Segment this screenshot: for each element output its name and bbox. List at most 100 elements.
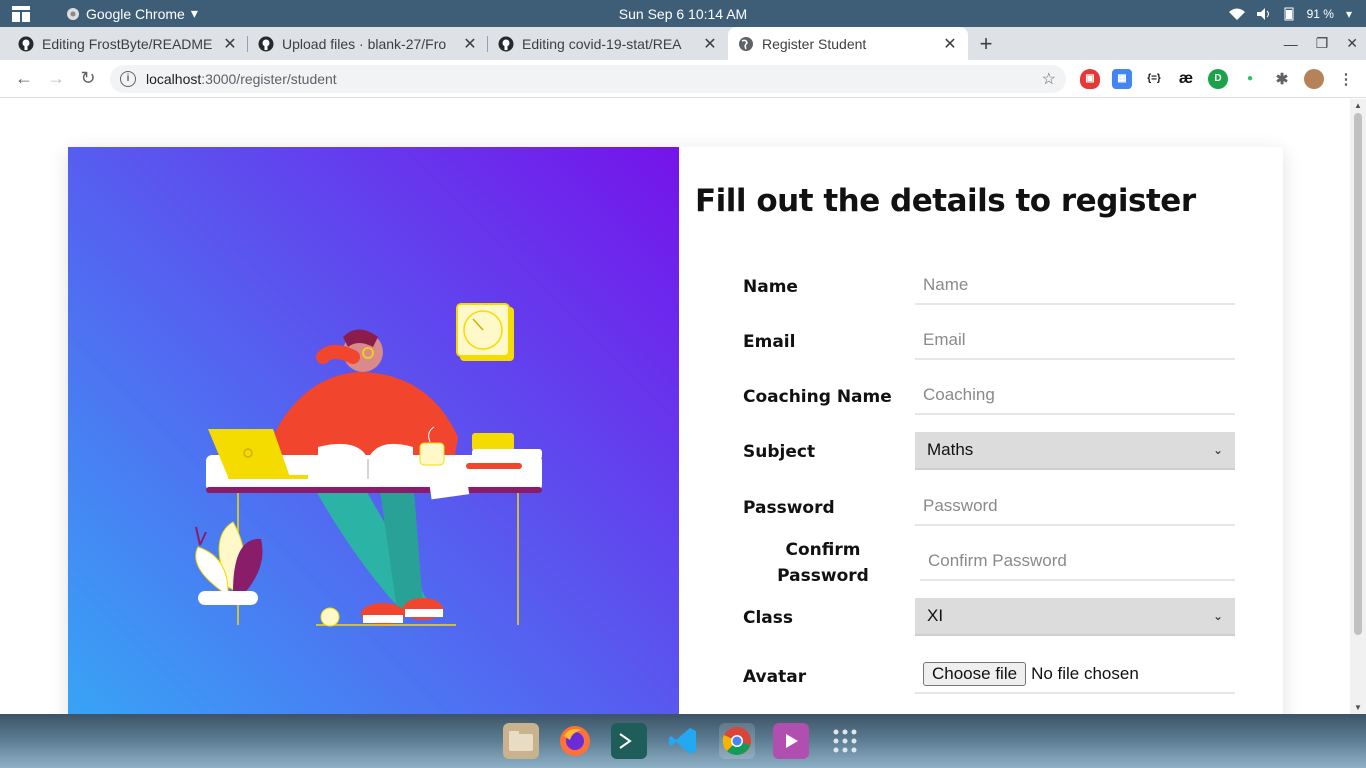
form-title: Fill out the details to register — [695, 183, 1196, 219]
class-select[interactable]: XI ⌄ — [915, 598, 1235, 636]
chevron-down-icon: ⌄ — [1212, 609, 1223, 623]
tab-title: Editing covid-19-stat/REA — [522, 35, 682, 52]
minimize-icon[interactable]: — — [1284, 36, 1298, 52]
green-extension-icon[interactable]: D — [1208, 68, 1228, 89]
avatar-file-input: Choose file No file chosen — [915, 656, 1235, 694]
window-controls: — ❐ ✕ — [1284, 27, 1358, 60]
page-viewport: Fill out the details to register Name Na… — [0, 99, 1366, 714]
class-value: XI — [927, 606, 944, 625]
chrome-icon[interactable] — [719, 723, 755, 759]
choose-file-button[interactable]: Choose file — [923, 662, 1027, 686]
volume-icon — [1256, 7, 1269, 20]
app-menu[interactable]: Google Chrome ▾ — [66, 5, 198, 22]
activities-button[interactable] — [0, 0, 42, 27]
tab-register-student[interactable]: Register Student ✕ — [728, 27, 968, 60]
json-extension-icon[interactable]: {=} — [1144, 68, 1164, 89]
system-menu-chevron-icon: ▾ — [1345, 6, 1352, 21]
info-icon[interactable]: i — [120, 70, 136, 87]
avatar[interactable] — [1304, 68, 1324, 89]
password-placeholder: Password — [923, 496, 998, 515]
tab-frostbyte[interactable]: Editing FrostByte/README ✕ — [8, 27, 248, 60]
github-icon — [18, 36, 34, 51]
browser-toolbar: ← → ↻ i localhost:3000/register/student … — [0, 60, 1366, 98]
grid-extension-icon[interactable]: ▦ — [1112, 68, 1132, 89]
files-icon[interactable] — [503, 723, 539, 759]
arrow-right-icon: → — [47, 68, 65, 88]
subject-label: Subject — [743, 442, 816, 462]
name-label: Name — [743, 277, 798, 297]
url-path: :3000/register/student — [201, 70, 337, 87]
scroll-up-icon[interactable]: ▲ — [1354, 101, 1362, 110]
illustration-panel — [68, 147, 679, 714]
class-label: Class — [743, 608, 794, 628]
confirm-password-input[interactable]: Confirm Password — [920, 543, 1235, 581]
new-tab-button[interactable]: + — [968, 27, 1004, 60]
tab-strip: Editing FrostByte/README ✕ Upload files … — [0, 27, 1366, 60]
terminal-icon[interactable] — [611, 723, 647, 759]
reload-button[interactable]: ↻ — [72, 63, 104, 95]
subject-value: Maths — [927, 440, 974, 459]
arrow-left-icon: ← — [15, 68, 33, 88]
confirm-placeholder: Confirm Password — [928, 551, 1067, 570]
name-input[interactable]: Name — [915, 267, 1235, 305]
close-icon[interactable]: ✕ — [942, 34, 958, 54]
system-tray[interactable]: 91 % ▾ — [1228, 6, 1352, 21]
email-placeholder: Email — [923, 330, 966, 349]
show-apps-icon[interactable] — [827, 723, 863, 759]
tab-covid-stat[interactable]: Editing covid-19-stat/REA ✕ — [488, 27, 728, 60]
close-icon[interactable]: ✕ — [222, 34, 238, 54]
register-card: Fill out the details to register Name Na… — [68, 147, 1283, 714]
activities-icon — [12, 5, 30, 22]
forward-button[interactable]: → — [40, 63, 72, 95]
extensions-area: ▣ ▦ {=} æ D ● ✱ ⋮ — [1080, 68, 1356, 89]
reload-icon: ↻ — [80, 68, 96, 88]
address-bar[interactable]: i localhost:3000/register/student ☆ — [110, 64, 1066, 93]
vscode-icon[interactable] — [665, 723, 701, 759]
ae-extension-icon[interactable]: æ — [1176, 68, 1196, 89]
close-window-icon[interactable]: ✕ — [1346, 35, 1358, 52]
subject-select[interactable]: Maths ⌄ — [915, 432, 1235, 470]
password-input[interactable]: Password — [915, 488, 1235, 526]
url-host: localhost — [146, 70, 202, 87]
puzzle-extensions-icon[interactable]: ✱ — [1272, 68, 1292, 89]
form-panel: Fill out the details to register Name Na… — [679, 147, 1283, 714]
tab-title: Editing FrostByte/README — [42, 35, 213, 52]
dock — [0, 714, 1366, 768]
chevron-down-icon: ⌄ — [1212, 443, 1223, 457]
browser-window: Editing FrostByte/README ✕ Upload files … — [0, 27, 1366, 714]
chrome-small-icon — [67, 7, 79, 20]
scrollbar-thumb[interactable] — [1354, 113, 1362, 635]
file-status: No file chosen — [1031, 664, 1139, 683]
shield-extension-icon[interactable]: ▣ — [1080, 68, 1100, 89]
student-desk-illustration — [195, 303, 542, 627]
password-label: Password — [743, 498, 835, 518]
clock[interactable]: Sun Sep 6 10:14 AM — [619, 6, 747, 22]
github-icon — [258, 36, 274, 51]
tab-title: Upload files · blank-27/Fro — [282, 35, 447, 52]
close-icon[interactable]: ✕ — [462, 34, 478, 54]
close-icon[interactable]: ✕ — [702, 34, 718, 54]
more-menu-icon[interactable]: ⋮ — [1336, 68, 1356, 89]
media-player-icon[interactable] — [773, 723, 809, 759]
coaching-label: Coaching Name — [743, 387, 892, 407]
confirm-password-label: Confirm Password — [743, 537, 903, 589]
email-input[interactable]: Email — [915, 322, 1235, 360]
scroll-down-icon[interactable]: ▼ — [1354, 703, 1362, 712]
restore-icon[interactable]: ❐ — [1316, 35, 1329, 52]
system-top-bar: Google Chrome ▾ Sun Sep 6 10:14 AM 91 % … — [0, 0, 1366, 27]
page-scrollbar[interactable]: ▲ ▼ — [1350, 99, 1366, 714]
js-extension-icon[interactable]: ● — [1240, 68, 1260, 89]
back-button[interactable]: ← — [8, 63, 40, 95]
firefox-icon[interactable] — [557, 723, 593, 759]
email-label: Email — [743, 332, 796, 352]
tab-upload-files[interactable]: Upload files · blank-27/Fro ✕ — [248, 27, 488, 60]
coaching-input[interactable]: Coaching — [915, 377, 1235, 415]
battery-percent: 91 % — [1306, 6, 1334, 21]
star-icon[interactable]: ☆ — [1042, 69, 1056, 89]
confirm-label-line2: Password — [777, 566, 869, 586]
github-icon — [498, 36, 514, 51]
confirm-label-line1: Confirm — [785, 540, 861, 560]
chevron-down-icon: ▾ — [190, 5, 198, 21]
battery-icon — [1284, 7, 1294, 20]
wifi-icon — [1228, 8, 1245, 20]
